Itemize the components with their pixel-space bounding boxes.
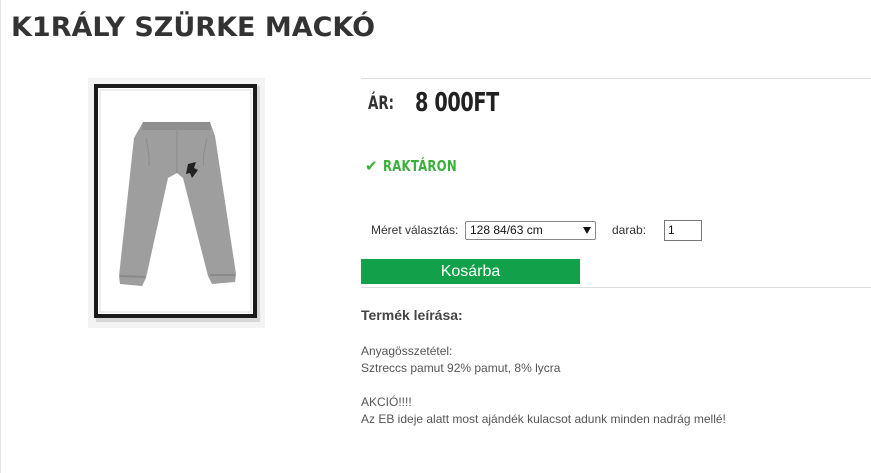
page-left-border	[0, 0, 1, 473]
sweatpants-product-image	[94, 84, 260, 322]
quantity-input[interactable]: 1	[664, 220, 702, 241]
size-label: Méret választás:	[371, 223, 459, 237]
stock-status: ✔ RAKTÁRON	[365, 157, 478, 175]
description-line: AKCIÓ!!!!	[361, 395, 412, 409]
size-selected-value: 128 84/63 cm	[470, 223, 543, 237]
description-line: Az EB ideje alatt most ajándék kulacsot …	[361, 412, 726, 426]
check-icon: ✔	[365, 158, 378, 175]
stock-label: RAKTÁRON	[383, 157, 458, 175]
product-image[interactable]	[88, 78, 265, 328]
quantity-label: darab:	[612, 223, 647, 237]
product-title: K1RÁLY SZÜRKE MACKÓ	[11, 12, 376, 43]
size-select[interactable]: 128 84/63 cm	[465, 221, 596, 240]
description-line: Anyagösszetétel:	[361, 344, 453, 358]
add-to-cart-button[interactable]: Kosárba	[361, 259, 580, 284]
dropdown-arrow-icon	[583, 227, 591, 234]
price-value: 8 000FT	[415, 88, 499, 118]
description-title: Termék leírása:	[361, 307, 463, 323]
description-line: Sztreccs pamut 92% pamut, 8% lycra	[361, 361, 561, 375]
top-divider	[361, 78, 871, 79]
description-divider	[361, 287, 871, 288]
price-row: ÁR: 8 000FT	[368, 88, 499, 118]
price-label: ÁR:	[368, 92, 394, 114]
